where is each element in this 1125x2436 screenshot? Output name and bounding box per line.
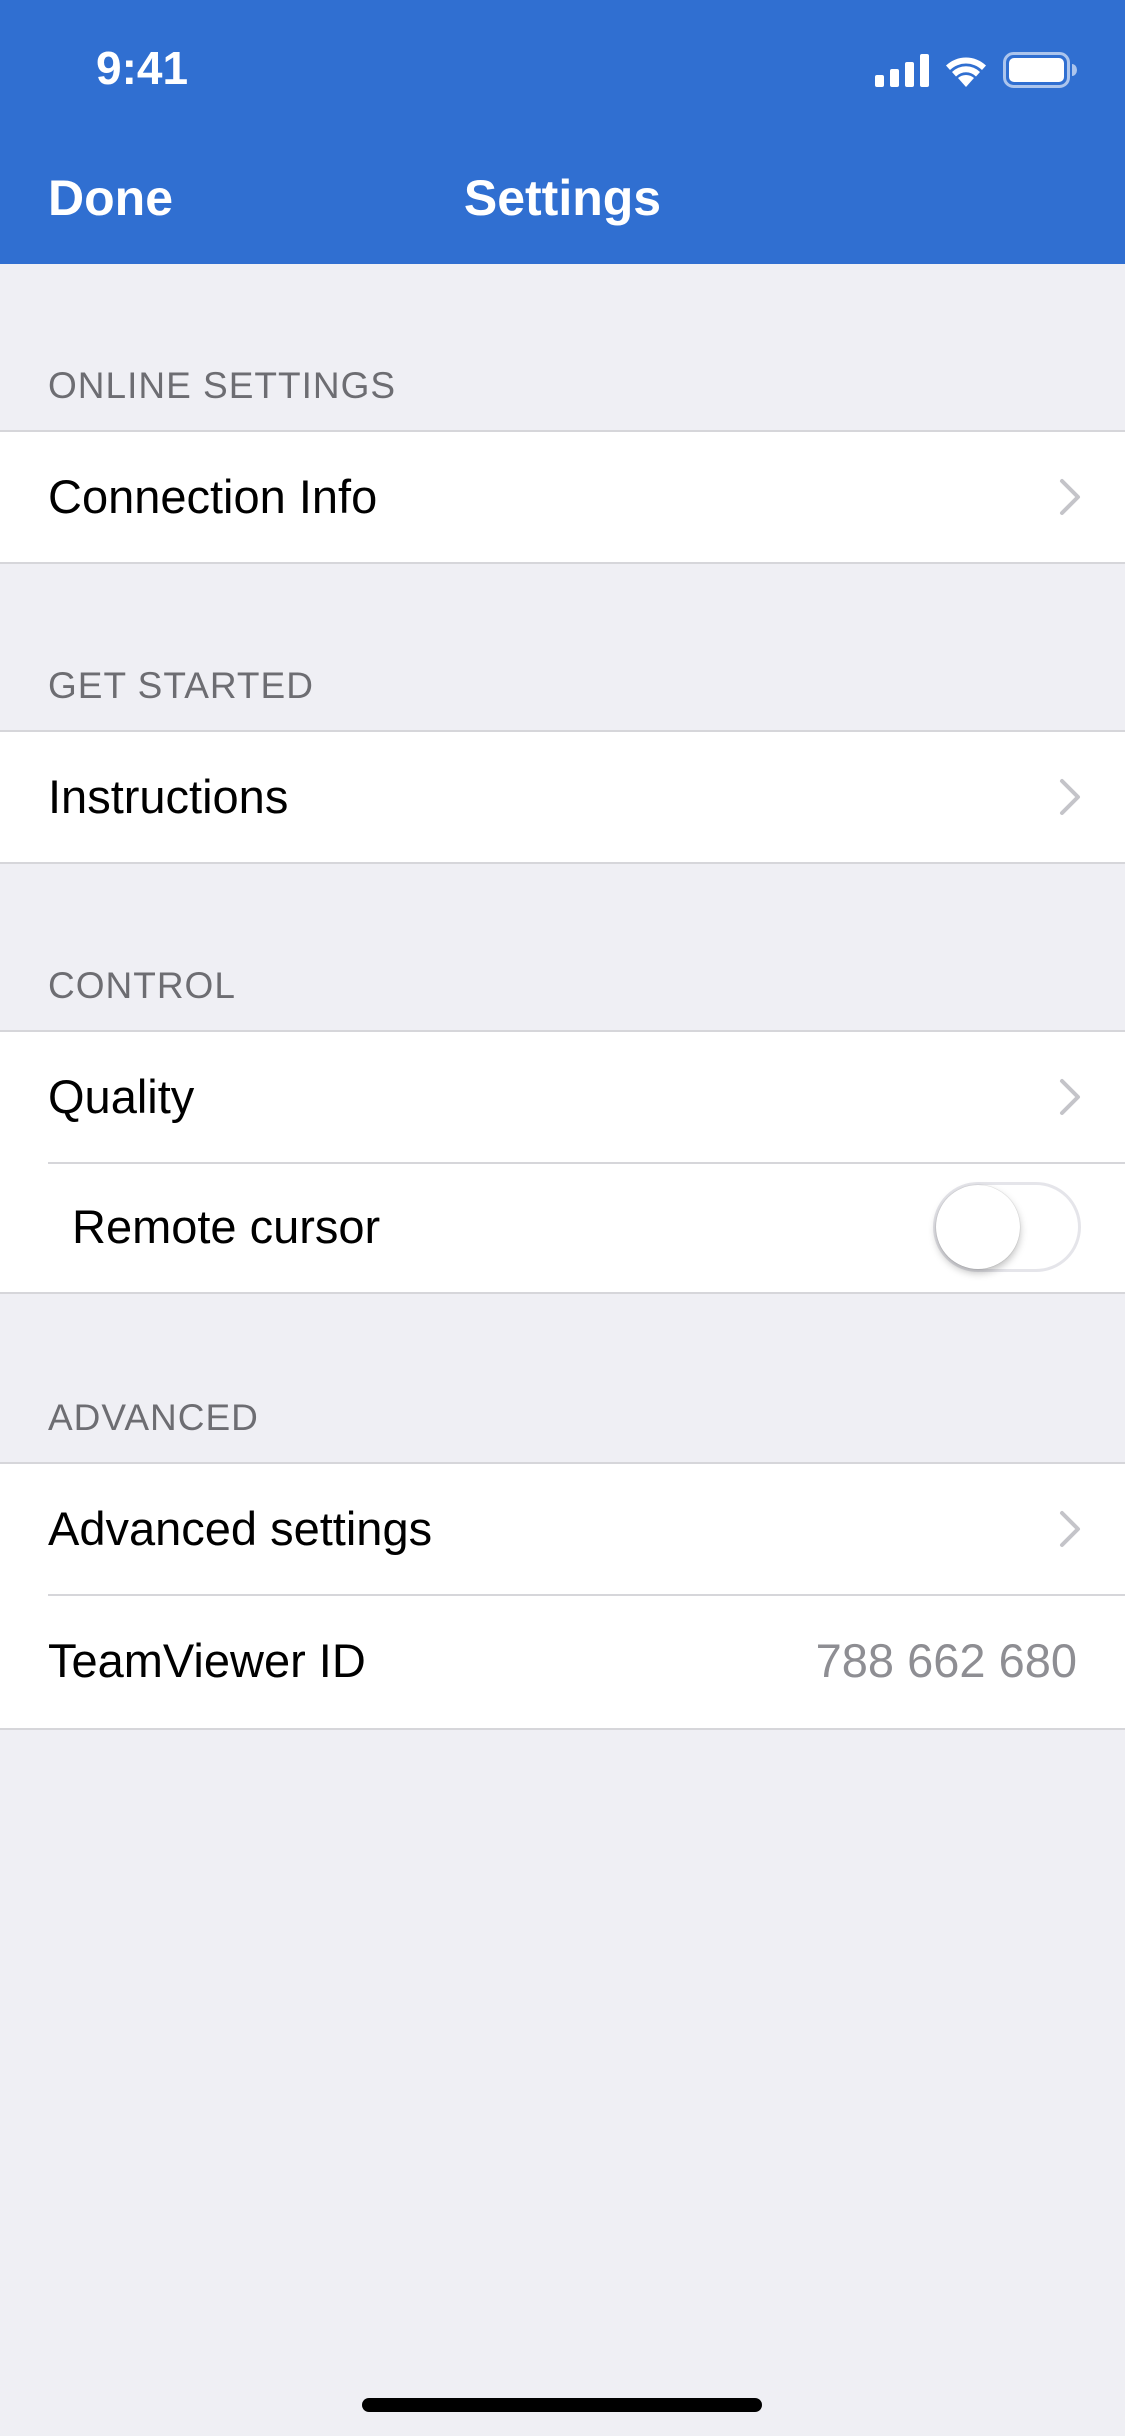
instructions-label: Instructions bbox=[48, 770, 289, 823]
wifi-icon bbox=[946, 57, 986, 87]
status-icons bbox=[875, 48, 1077, 92]
advanced-settings-label: Advanced settings bbox=[48, 1502, 433, 1555]
quality-row[interactable]: Quality bbox=[0, 1032, 1125, 1162]
teamviewer-id-row: TeamViewer ID 788 662 680 bbox=[0, 1594, 1125, 1728]
group-advanced: Advanced settings TeamViewer ID 788 662 … bbox=[0, 1462, 1125, 1730]
navigation-header: 9:41 Done Settings bbox=[0, 0, 1125, 264]
page-title: Settings bbox=[463, 170, 662, 226]
connection-info-label: Connection Info bbox=[48, 470, 378, 523]
section-header-online-settings: ONLINE SETTINGS bbox=[48, 365, 397, 406]
battery-icon bbox=[1003, 52, 1077, 88]
group-get-started: Instructions bbox=[0, 730, 1125, 864]
group-online-settings: Connection Info bbox=[0, 430, 1125, 564]
chevron-right-icon bbox=[1060, 1079, 1080, 1115]
remote-cursor-row: Remote cursor bbox=[0, 1162, 1125, 1292]
quality-label: Quality bbox=[48, 1070, 195, 1123]
chevron-right-icon bbox=[1060, 779, 1080, 815]
section-header-advanced: ADVANCED bbox=[48, 1397, 259, 1438]
chevron-right-icon bbox=[1060, 479, 1080, 515]
remote-cursor-label: Remote cursor bbox=[72, 1200, 381, 1253]
advanced-settings-row[interactable]: Advanced settings bbox=[0, 1464, 1125, 1594]
section-header-get-started: GET STARTED bbox=[48, 665, 314, 706]
teamviewer-id-value: 788 662 680 bbox=[815, 1634, 1077, 1687]
section-header-control: CONTROL bbox=[48, 965, 236, 1006]
teamviewer-id-label: TeamViewer ID bbox=[48, 1634, 366, 1687]
group-control: Quality Remote cursor bbox=[0, 1030, 1125, 1294]
connection-info-row[interactable]: Connection Info bbox=[0, 432, 1125, 562]
remote-cursor-toggle[interactable] bbox=[933, 1182, 1081, 1272]
chevron-right-icon bbox=[1060, 1511, 1080, 1547]
cellular-signal-icon bbox=[875, 54, 929, 87]
toggle-knob bbox=[936, 1185, 1020, 1269]
status-time: 9:41 bbox=[96, 42, 189, 94]
instructions-row[interactable]: Instructions bbox=[0, 732, 1125, 862]
home-indicator bbox=[362, 2398, 762, 2412]
